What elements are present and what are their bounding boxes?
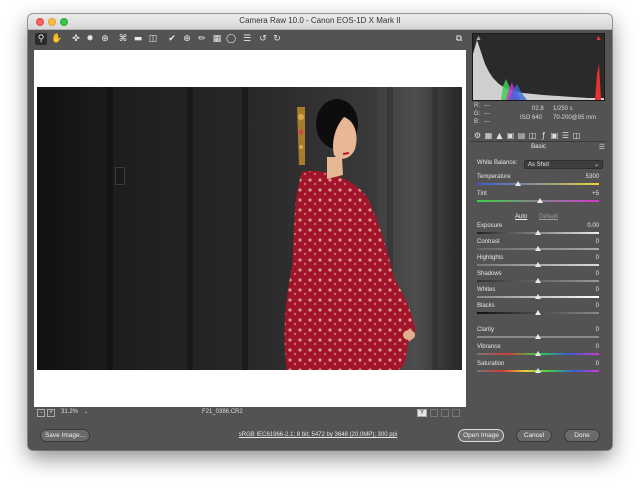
whites-slider[interactable]: Whites 0 (477, 287, 599, 303)
histogram: ▲ ▲ (472, 33, 605, 101)
camera-readout: R: --- G: --- B: --- f/2.8 1/250 s ISO 6… (474, 103, 597, 125)
white-balance-icon[interactable]: ✜ (70, 33, 82, 45)
zoom-icon[interactable]: ⚲ (35, 33, 47, 45)
shadows-slider[interactable]: Shadows 0 (477, 271, 599, 287)
zoom-dropdown-icon[interactable]: ⌄ (84, 409, 88, 415)
copy-settings-icon[interactable] (441, 409, 449, 417)
white-balance-select[interactable]: As Shot ⌄ (524, 160, 603, 169)
clarity-thumb[interactable] (535, 334, 541, 339)
panel-tabs: ⚙ ▦ ▲ ▣ ▤ ◫ ƒ ▣ ☰ ◫ (470, 130, 607, 142)
hsl-tab-icon[interactable]: ▣ (506, 131, 515, 140)
presets-tab-icon[interactable]: ☰ (561, 131, 570, 140)
exposure-thumb[interactable] (535, 230, 541, 235)
spot-removal-icon[interactable]: ✔ (166, 33, 178, 45)
temperature-thumb[interactable] (515, 181, 522, 186)
toggle-settings-icon[interactable] (452, 409, 460, 417)
panel-menu-icon[interactable]: ☰ (599, 143, 605, 151)
workflow-options-link[interactable]: sRGB IEC61966-2.1; 8 bit; 5472 by 3648 (… (218, 432, 418, 438)
window-title: Camera Raw 10.0 - Canon EOS-1D X Mark II (239, 16, 401, 25)
crop-icon[interactable]: ⌘ (117, 33, 129, 45)
aperture-value: f/2.8 (532, 106, 544, 112)
temperature-slider[interactable]: Temperature 5300 (477, 174, 599, 190)
graduated-filter-icon[interactable]: ▦ (211, 33, 223, 45)
tint-thumb[interactable] (537, 198, 544, 203)
vibrance-thumb[interactable] (535, 351, 541, 356)
preferences-icon[interactable]: ☰ (241, 33, 253, 45)
save-image-button[interactable]: Save Image... (40, 429, 90, 442)
snapshots-tab-icon[interactable]: ◫ (572, 131, 581, 140)
right-panel: ▲ ▲ R: --- G: --- B: --- f/2.8 1/250 s I… (470, 31, 607, 423)
lens-value: 70-200@95 mm (553, 115, 597, 121)
straighten-icon[interactable]: ▬ (132, 33, 144, 45)
exposure-slider[interactable]: Exposure 0.00 (477, 223, 599, 239)
status-bar: − + 31.2% ⌄ F21_0386.CR2 Y (34, 408, 466, 420)
subject-figure (284, 99, 416, 370)
contrast-thumb[interactable] (535, 246, 541, 251)
whites-thumb[interactable] (535, 294, 541, 299)
auto-default-row: Auto Default (470, 214, 607, 222)
vibrance-slider[interactable]: Vibrance 0 (477, 344, 599, 360)
toolbar: ⚲ ✋ ✜ ✸ ⊕ ⌘ ▬ ◫ ✔ ⊕ ✏ ▦ ◯ ☰ ↺ ↻ ⧉ (33, 33, 467, 47)
zoom-level[interactable]: 31.2% (61, 409, 78, 415)
shadows-thumb[interactable] (535, 278, 541, 283)
split-toning-tab-icon[interactable]: ▤ (517, 131, 526, 140)
white-balance-label: White Balance: (477, 160, 518, 166)
red-eye-icon[interactable]: ⊕ (181, 33, 193, 45)
highlights-slider[interactable]: Highlights 0 (477, 255, 599, 271)
photo-preview (37, 87, 462, 370)
saturation-slider[interactable]: Saturation 0 (477, 361, 599, 377)
fullscreen-icon[interactable]: ⧉ (453, 33, 465, 45)
compare-view-button[interactable]: Y (417, 409, 427, 417)
file-name: F21_0386.CR2 (202, 409, 243, 415)
saturation-thumb[interactable] (535, 368, 541, 373)
chevron-down-icon: ⌄ (593, 162, 599, 168)
shutter-value: 1/250 s (553, 106, 573, 112)
iso-value: ISO 640 (520, 115, 543, 121)
camera-raw-window: Camera Raw 10.0 - Canon EOS-1D X Mark II… (28, 14, 612, 450)
contrast-slider[interactable]: Contrast 0 (477, 239, 599, 255)
radial-filter-icon[interactable]: ◯ (225, 33, 237, 45)
lens-corrections-tab-icon[interactable]: ◫ (528, 131, 537, 140)
zoom-out-button[interactable]: − (37, 409, 45, 417)
rotate-cw-icon[interactable]: ↻ (271, 33, 283, 45)
preview-canvas[interactable] (34, 50, 466, 407)
white-balance-row: White Balance: As Shot ⌄ (477, 160, 605, 170)
shadow-clipping-icon[interactable]: ▲ (475, 35, 482, 42)
target-adjust-icon[interactable]: ⊕ (99, 33, 111, 45)
transform-icon[interactable]: ◫ (147, 33, 159, 45)
panel-title: Basic (531, 144, 546, 150)
highlight-clipping-icon[interactable]: ▲ (595, 35, 602, 42)
open-image-button[interactable]: Open Image (458, 429, 504, 442)
tone-curve-tab-icon[interactable]: ▦ (484, 131, 493, 140)
effects-tab-icon[interactable]: ƒ (539, 131, 548, 140)
adjustment-brush-icon[interactable]: ✏ (196, 33, 208, 45)
cancel-button[interactable]: Cancel (516, 429, 552, 442)
blacks-thumb[interactable] (535, 310, 541, 315)
basic-tab-icon[interactable]: ⚙ (473, 131, 482, 140)
tint-slider[interactable]: Tint +5 (477, 191, 599, 207)
clarity-slider[interactable]: Clarity 0 (477, 327, 599, 343)
blacks-slider[interactable]: Blacks 0 (477, 303, 599, 319)
detail-tab-icon[interactable]: ▲ (495, 131, 504, 140)
zoom-in-button[interactable]: + (47, 409, 55, 417)
hand-icon[interactable]: ✋ (51, 33, 63, 45)
color-sampler-icon[interactable]: ✸ (84, 33, 96, 45)
rotate-ccw-icon[interactable]: ↺ (257, 33, 269, 45)
done-button[interactable]: Done (564, 429, 600, 442)
swap-view-icon[interactable] (430, 409, 438, 417)
camera-calibration-tab-icon[interactable]: ▣ (550, 131, 559, 140)
title-bar: Camera Raw 10.0 - Canon EOS-1D X Mark II (28, 14, 612, 30)
auto-button[interactable]: Auto (515, 214, 527, 220)
default-button[interactable]: Default (539, 214, 558, 220)
highlights-thumb[interactable] (535, 262, 541, 267)
